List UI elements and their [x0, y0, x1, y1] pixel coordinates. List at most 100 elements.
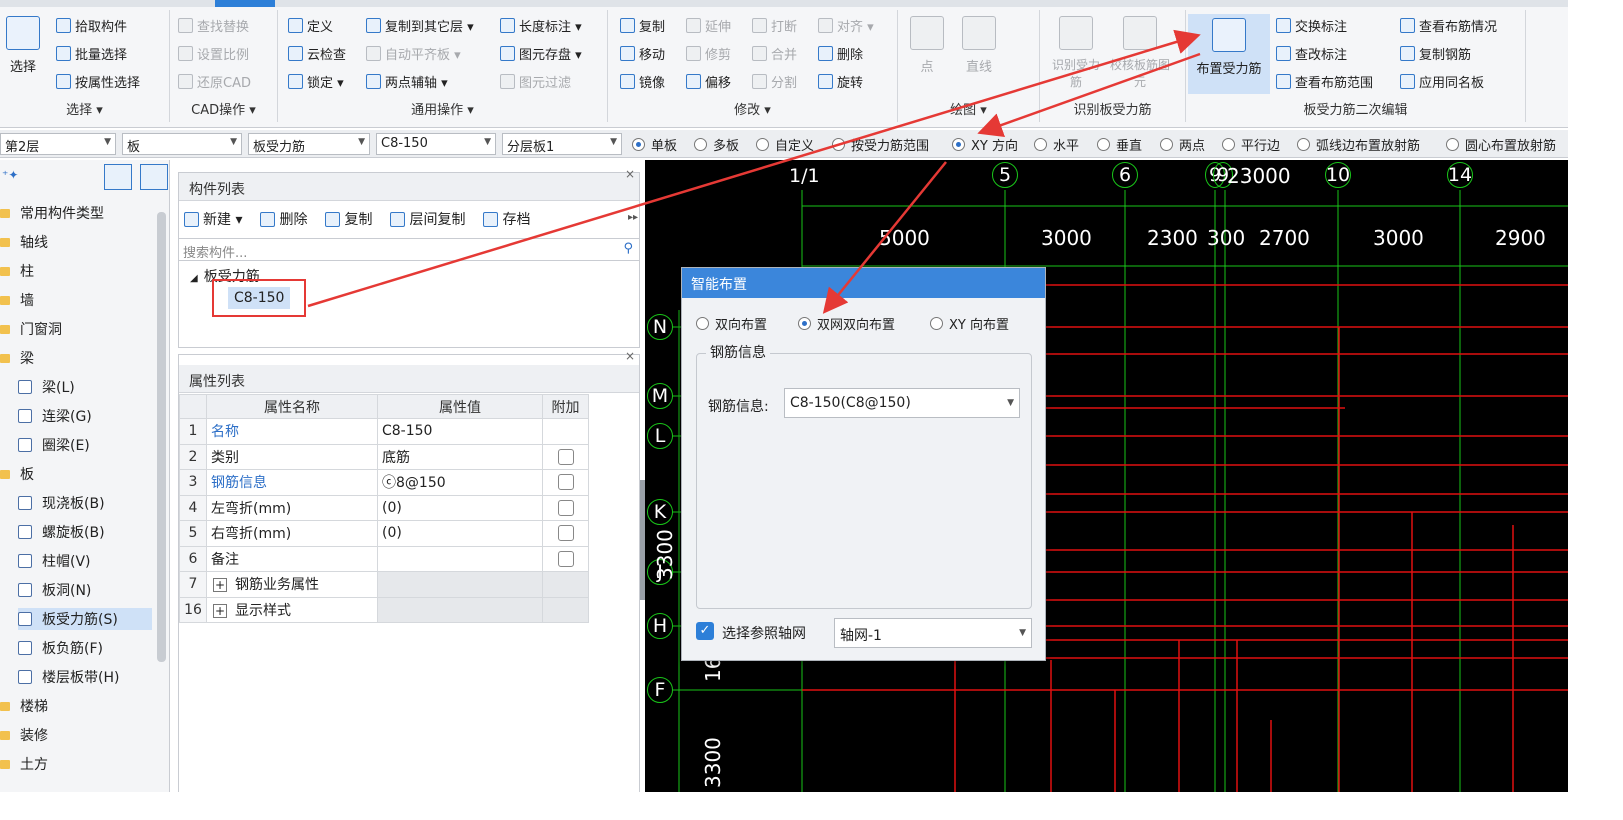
- tree-scrollbar[interactable]: [157, 212, 166, 662]
- extra-checkbox[interactable]: [557, 525, 574, 542]
- extra-checkbox[interactable]: [557, 550, 574, 567]
- define-button[interactable]: 定义: [288, 14, 333, 36]
- select-big-button[interactable]: 选择: [6, 16, 40, 75]
- radio-vertical[interactable]: 垂直: [1097, 135, 1142, 154]
- floor-select[interactable]: 第2层 ▼: [0, 133, 116, 155]
- component-select[interactable]: C8-150 ▼: [376, 133, 496, 155]
- property-row[interactable]: 16 + 显示样式: [179, 596, 589, 623]
- property-value[interactable]: (0): [377, 520, 543, 547]
- identify-rebar-button[interactable]: 识别受力筋: [1050, 16, 1102, 90]
- tree-leaf-item[interactable]: 螺旋板(B): [18, 521, 152, 543]
- group-label-select[interactable]: 选择 ▾: [0, 99, 169, 118]
- list-view-icon[interactable]: [104, 164, 132, 190]
- rebar-info-select[interactable]: C8-150(C8@150) ▼: [784, 388, 1020, 418]
- cloud-check-button[interactable]: 云检查: [288, 42, 346, 64]
- tree-folder-item[interactable]: 楼梯: [0, 695, 152, 717]
- property-value[interactable]: C8-150: [377, 418, 543, 445]
- tree-leaf-item[interactable]: 板负筋(F): [18, 637, 152, 659]
- swap-annotation-button[interactable]: 交换标注: [1276, 14, 1347, 36]
- property-row[interactable]: 4 左弯折(mm) (0): [179, 494, 589, 521]
- close-icon[interactable]: ×: [625, 349, 635, 363]
- tree-leaf-item[interactable]: 连梁(G): [18, 405, 152, 427]
- view-range-button[interactable]: 查看布筋范围: [1276, 70, 1373, 92]
- extra-checkbox[interactable]: [557, 474, 574, 491]
- select-by-property-button[interactable]: 按属性选择: [56, 70, 140, 92]
- expand-all-icon[interactable]: ⁺✦: [2, 168, 18, 182]
- tree-folder-item[interactable]: 土方: [0, 753, 152, 775]
- check-rebar-button[interactable]: 校核板筋图元: [1108, 16, 1172, 90]
- property-row[interactable]: 6 备注: [179, 545, 589, 572]
- set-scale-button[interactable]: 设置比例: [178, 42, 249, 64]
- radio-single-slab[interactable]: 单板: [632, 135, 677, 154]
- trim-button[interactable]: 修剪: [686, 42, 731, 64]
- property-row[interactable]: 5 右弯折(mm) (0): [179, 520, 589, 547]
- layer-slab-select[interactable]: 分层板1 ▼: [502, 133, 622, 155]
- tree-folder-item[interactable]: 常用构件类型: [0, 202, 152, 224]
- close-icon[interactable]: ×: [625, 167, 635, 181]
- category-select[interactable]: 板 ▼: [122, 133, 242, 155]
- batch-select-button[interactable]: 批量选择: [56, 42, 127, 64]
- group-label-draw[interactable]: 绘图 ▾: [898, 99, 1039, 118]
- property-row[interactable]: 1 名称 C8-150: [179, 418, 589, 445]
- tree-folder-item[interactable]: 墙: [0, 289, 152, 311]
- copy-button[interactable]: 复制: [620, 14, 665, 36]
- length-dimension-button[interactable]: 长度标注 ▾: [500, 14, 582, 36]
- tab-modeling-active[interactable]: [215, 0, 275, 7]
- option-double-net-two-way[interactable]: 双网双向布置: [798, 314, 895, 333]
- tree-folder-item[interactable]: 门窗洞: [0, 318, 152, 340]
- search-icon[interactable]: ⚲: [623, 241, 633, 256]
- copy-to-other-floor-button[interactable]: 复制到其它层 ▾: [366, 14, 474, 36]
- lock-button[interactable]: 锁定 ▾: [288, 70, 344, 92]
- align-button[interactable]: 对齐 ▾: [818, 14, 874, 36]
- draw-point-button[interactable]: 点: [910, 16, 944, 75]
- tree-leaf-item[interactable]: 梁(L): [18, 376, 152, 398]
- copy-component-button[interactable]: 复制: [325, 209, 372, 229]
- extra-checkbox[interactable]: [557, 499, 574, 516]
- tree-folder-item[interactable]: 柱: [0, 260, 152, 282]
- move-button[interactable]: 移动: [620, 42, 665, 64]
- expand-icon[interactable]: +: [213, 578, 227, 593]
- copy-rebar-button[interactable]: 复制钢筋: [1400, 42, 1471, 64]
- tree-folder-item[interactable]: 板: [0, 463, 152, 485]
- new-component-button[interactable]: 新建 ▾: [184, 209, 242, 229]
- property-value[interactable]: [377, 545, 543, 572]
- property-row[interactable]: 7 + 钢筋业务属性: [179, 571, 589, 598]
- copy-between-floors-button[interactable]: 层间复制: [390, 209, 465, 229]
- radio-horizontal[interactable]: 水平: [1034, 135, 1079, 154]
- auto-level-slab-button[interactable]: 自动平齐板 ▾: [366, 42, 461, 64]
- expand-icon[interactable]: +: [213, 603, 227, 618]
- radio-parallel-edge[interactable]: 平行边: [1222, 135, 1280, 154]
- property-value[interactable]: ⓒ8@150: [377, 469, 543, 496]
- option-two-way[interactable]: 双向布置: [696, 314, 767, 333]
- tree-folder-item[interactable]: 轴线: [0, 231, 152, 253]
- group-label-general[interactable]: 通用操作 ▾: [278, 99, 607, 118]
- merge-button[interactable]: 合并: [752, 42, 797, 64]
- apply-same-slab-button[interactable]: 应用同名板: [1400, 70, 1484, 92]
- radio-custom[interactable]: 自定义: [756, 135, 814, 154]
- ref-axis-checkbox[interactable]: ✓: [696, 622, 714, 640]
- split-button[interactable]: 分割: [752, 70, 797, 92]
- delete-button[interactable]: 删除: [818, 42, 863, 64]
- draw-line-button[interactable]: 直线: [962, 16, 996, 75]
- restore-cad-button[interactable]: 还原CAD: [178, 70, 251, 92]
- radio-center-radial[interactable]: 圆心布置放射筋: [1446, 135, 1556, 154]
- radio-by-rebar-range[interactable]: 按受力筋范围: [832, 135, 929, 154]
- offset-button[interactable]: 偏移: [686, 70, 731, 92]
- radio-multi-slab[interactable]: 多板: [694, 135, 739, 154]
- group-label-cad[interactable]: CAD操作 ▾: [170, 99, 277, 118]
- rotate-button[interactable]: 旋转: [818, 70, 863, 92]
- option-xy-direction[interactable]: XY 向布置: [930, 314, 1009, 333]
- delete-component-button[interactable]: 删除: [260, 209, 307, 229]
- break-button[interactable]: 打断: [752, 14, 797, 36]
- property-row[interactable]: 2 类别 底筋: [179, 443, 589, 470]
- ref-axis-select[interactable]: 轴网-1 ▼: [834, 618, 1032, 648]
- tree-leaf-item[interactable]: 柱帽(V): [18, 550, 152, 572]
- group-label-modify[interactable]: 修改 ▾: [608, 99, 897, 118]
- radio-arc-radial[interactable]: 弧线边布置放射筋: [1297, 135, 1420, 154]
- component-search-input[interactable]: 搜索构件... ⚲: [178, 238, 640, 261]
- type-select[interactable]: 板受力筋 ▼: [248, 133, 370, 155]
- radio-xy-direction[interactable]: XY 方向: [952, 135, 1018, 154]
- tree-leaf-item[interactable]: 板受力筋(S): [18, 608, 152, 630]
- element-save-button[interactable]: 图元存盘 ▾: [500, 42, 582, 64]
- two-point-aux-axis-button[interactable]: 两点辅轴 ▾: [366, 70, 448, 92]
